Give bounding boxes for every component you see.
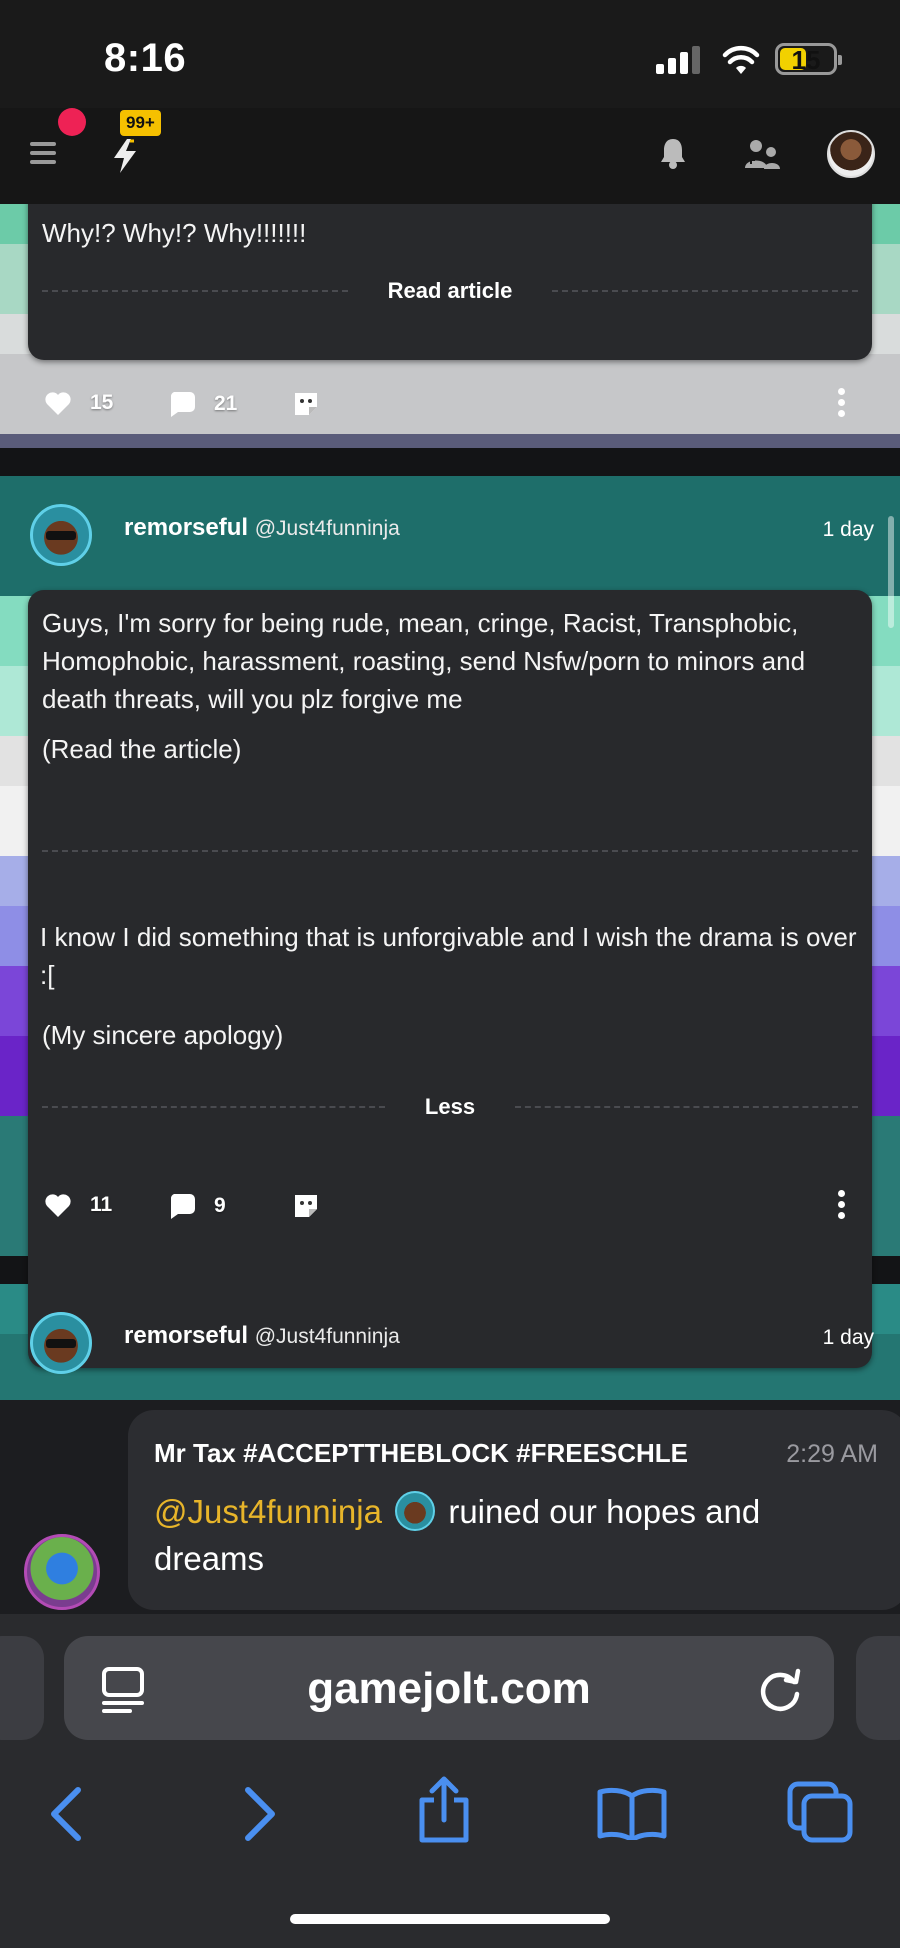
- read-article-button[interactable]: Read article: [348, 278, 553, 304]
- battery-level: 15: [791, 45, 821, 75]
- heart-icon: [45, 1194, 71, 1217]
- author-handle[interactable]: @Just4funninja: [255, 517, 400, 540]
- notification-dot: [58, 108, 86, 136]
- mention-avatar: [395, 1491, 436, 1531]
- comment-button[interactable]: 21: [168, 390, 237, 418]
- status-time: 8:16: [104, 36, 187, 80]
- bell-icon[interactable]: [658, 136, 688, 170]
- post-text: Why!? Why!? Why!!!!!!!: [42, 218, 307, 248]
- bookmarks-icon[interactable]: [596, 1786, 668, 1840]
- divider: [42, 850, 858, 852]
- less-button[interactable]: Less: [385, 1094, 515, 1120]
- home-indicator[interactable]: [290, 1914, 610, 1924]
- wifi-icon: [722, 45, 760, 74]
- article-subtext: (My sincere apology): [42, 1020, 284, 1050]
- article-text: I know I did something that is unforgiva…: [40, 922, 857, 990]
- chat-notification[interactable]: Mr Tax #ACCEPTTHEBLOCK #FREESCHLE 2:29 A…: [0, 1400, 900, 1614]
- comment-count: 21: [214, 392, 238, 415]
- author-name[interactable]: remorseful: [124, 514, 248, 541]
- author[interactable]: remorseful @Just4funninja: [124, 514, 400, 542]
- back-icon[interactable]: [46, 1784, 86, 1844]
- sticker-icon: [295, 1195, 317, 1217]
- author[interactable]: remorseful @Just4funninja: [124, 1322, 400, 1350]
- more-icon[interactable]: [838, 1190, 846, 1223]
- prev-tab-pill[interactable]: [0, 1636, 44, 1740]
- next-tab-pill[interactable]: [856, 1636, 900, 1740]
- menu-icon[interactable]: [30, 142, 56, 166]
- mention-link[interactable]: @Just4funninja: [154, 1493, 382, 1530]
- sender-avatar[interactable]: [24, 1534, 100, 1610]
- author-avatar[interactable]: [30, 1312, 92, 1374]
- bolt-icon[interactable]: [110, 138, 140, 174]
- post-feed[interactable]: Why!? Why!? Why!!!!!!! Read article 15 2…: [0, 204, 900, 1400]
- message-time: 2:29 AM: [786, 1440, 878, 1468]
- message-text: @Just4funninja ruined our hopes and drea…: [154, 1488, 814, 1582]
- forward-icon[interactable]: [240, 1784, 280, 1844]
- post-subtext: (Read the article): [42, 734, 242, 764]
- sticker-button[interactable]: [292, 390, 320, 418]
- comment-icon: [170, 392, 195, 417]
- browser-toolbar: gamejolt.com: [0, 1614, 900, 1948]
- author-handle[interactable]: @Just4funninja: [255, 1325, 400, 1348]
- battery-icon: 15: [775, 43, 842, 75]
- post-card[interactable]: Guys, I'm sorry for being rude, mean, cr…: [28, 590, 872, 1368]
- comment-icon: [170, 1194, 195, 1219]
- heart-icon: [45, 392, 71, 415]
- like-button[interactable]: 11: [44, 1192, 112, 1218]
- post-card[interactable]: Why!? Why!? Why!!!!!!! Read article: [28, 204, 872, 360]
- address-bar[interactable]: gamejolt.com: [64, 1636, 834, 1740]
- sticker-button[interactable]: [292, 1192, 320, 1220]
- like-count: 15: [90, 391, 114, 414]
- chat-bubble[interactable]: Mr Tax #ACCEPTTHEBLOCK #FREESCHLE 2:29 A…: [128, 1410, 900, 1610]
- post-header: remorseful @Just4funninja 1 day: [0, 1300, 900, 1380]
- sender-name: Mr Tax #ACCEPTTHEBLOCK #FREESCHLE: [154, 1438, 689, 1468]
- reload-icon[interactable]: [756, 1664, 804, 1714]
- author-avatar[interactable]: [30, 504, 92, 566]
- author-name[interactable]: remorseful: [124, 1322, 248, 1349]
- post-age: 1 day: [822, 1326, 874, 1349]
- less-row[interactable]: Less: [42, 1092, 858, 1122]
- like-button[interactable]: 15: [44, 390, 113, 416]
- scrollbar[interactable]: [888, 516, 894, 628]
- post-actions: 15 21: [0, 376, 900, 436]
- friends-icon[interactable]: [742, 138, 782, 170]
- comment-button[interactable]: 9: [168, 1192, 226, 1220]
- notif-count-badge: 99+: [120, 110, 161, 136]
- signal-icon: [656, 46, 702, 74]
- read-article-row[interactable]: Read article: [42, 276, 859, 306]
- status-bar: 8:16 15: [0, 0, 900, 108]
- post-header: remorseful @Just4funninja 1 day: [0, 492, 900, 572]
- comment-count: 9: [214, 1194, 226, 1217]
- app-header: 99+: [0, 108, 900, 204]
- user-avatar[interactable]: [827, 130, 875, 178]
- post-actions: 11 9: [0, 1178, 900, 1238]
- more-icon[interactable]: [838, 388, 846, 421]
- url-text[interactable]: gamejolt.com: [64, 1664, 834, 1714]
- sticker-icon: [295, 393, 317, 415]
- share-icon[interactable]: [414, 1776, 474, 1844]
- tabs-icon[interactable]: [786, 1780, 854, 1844]
- like-count: 11: [90, 1193, 113, 1216]
- post-text: Guys, I'm sorry for being rude, mean, cr…: [42, 608, 806, 714]
- post-age: 1 day: [822, 518, 874, 541]
